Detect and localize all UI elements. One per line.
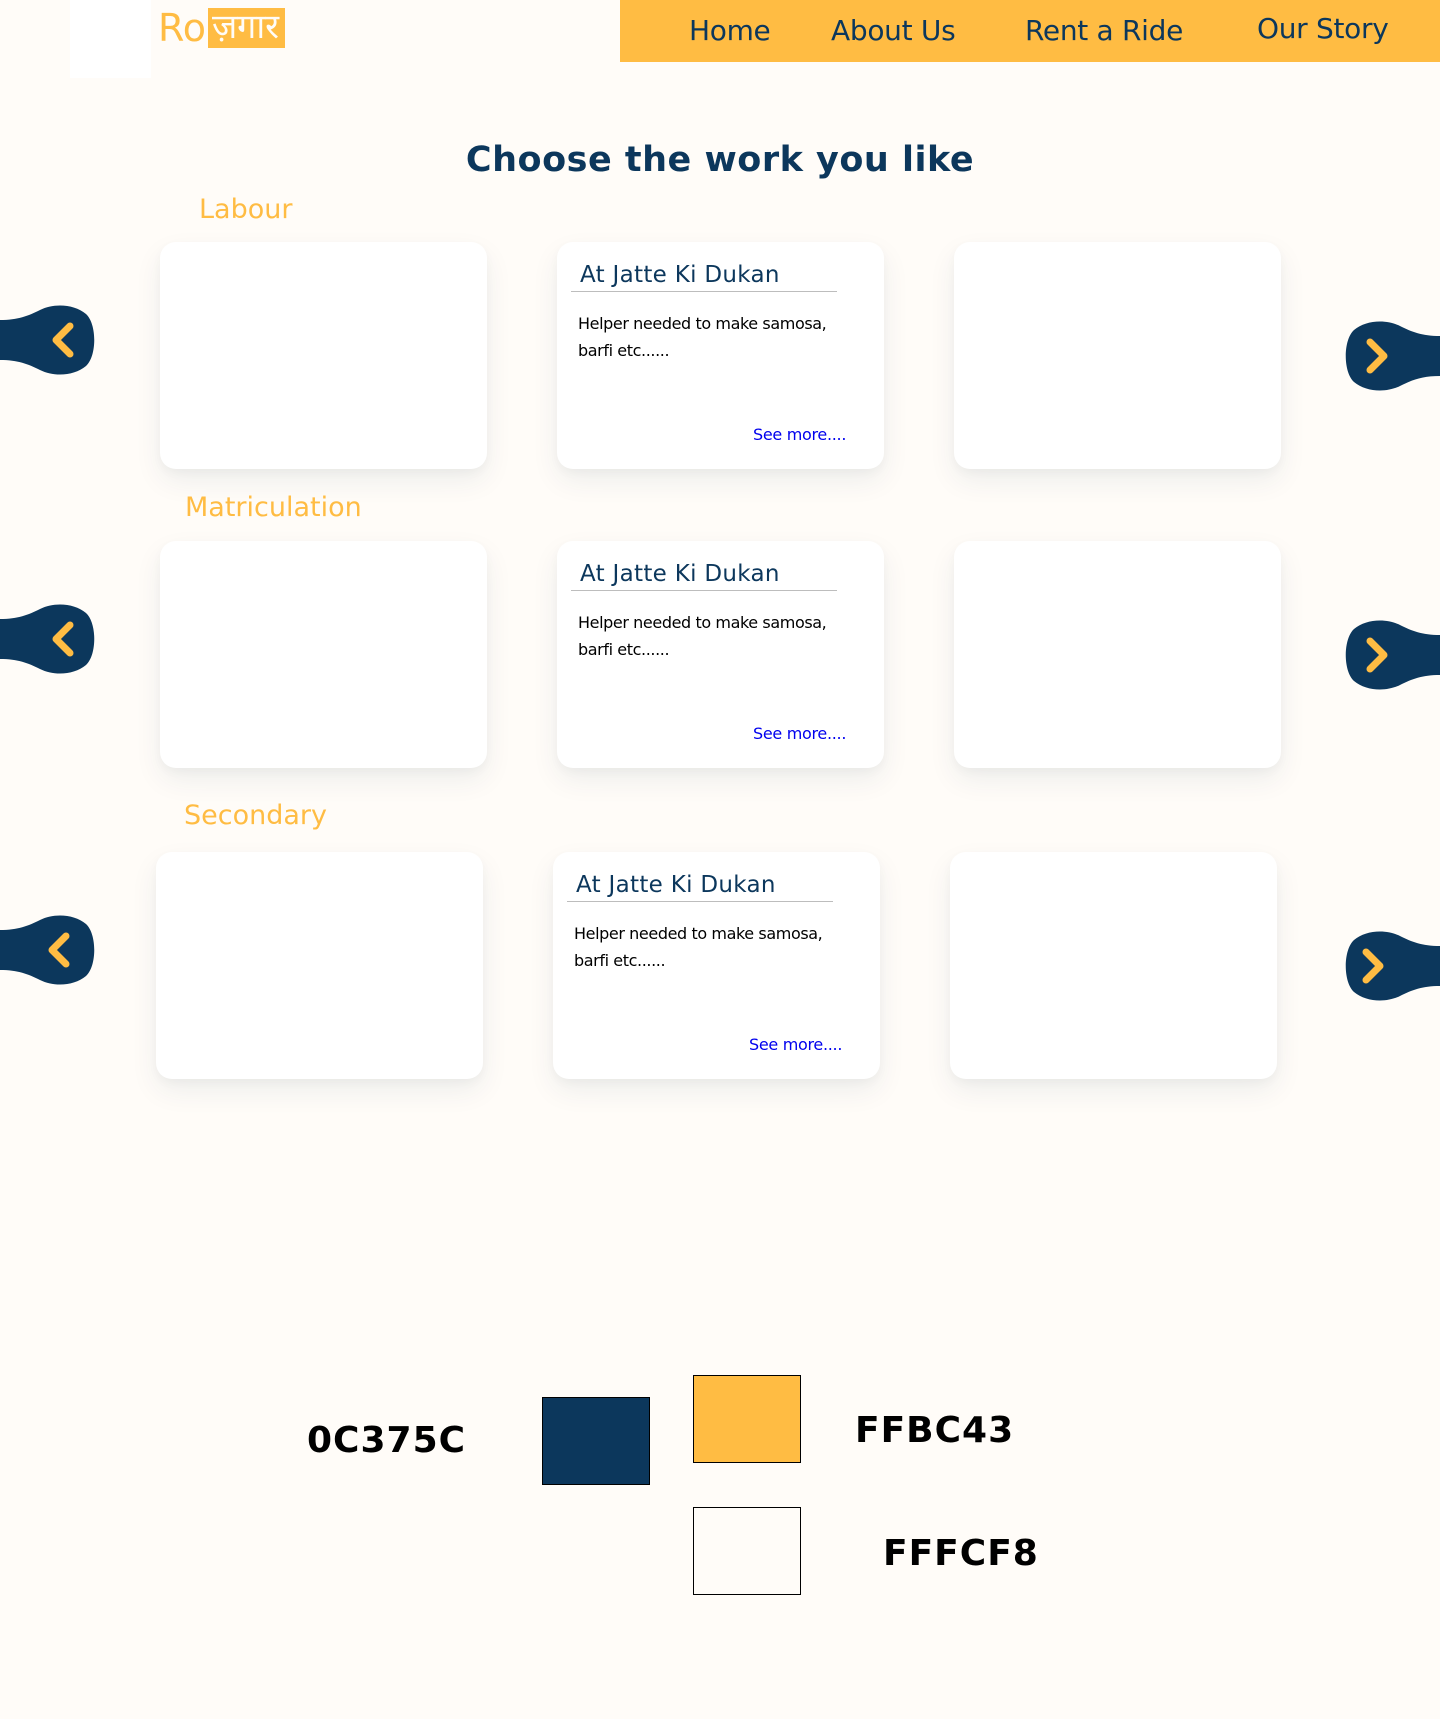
palette-swatch (693, 1507, 801, 1595)
job-card-title: At Jatte Ki Dukan (571, 262, 837, 292)
chevron-right-icon (1345, 931, 1440, 1001)
section-label-secondary: Secondary (184, 800, 327, 831)
palette-hex-label: FFBC43 (855, 1410, 1015, 1451)
job-card-description: Helper needed to make samosa, barfi etc.… (578, 613, 827, 659)
job-card-empty-right (954, 541, 1281, 768)
logo[interactable]: Ro ज़गार (158, 2, 286, 54)
see-more-link[interactable]: See more.... (753, 724, 846, 743)
chevron-right-icon (1345, 321, 1440, 391)
chevron-left-icon (0, 915, 95, 985)
palette-hex-label: 0C375C (307, 1420, 467, 1461)
job-card-description: Helper needed to make samosa, barfi etc.… (578, 314, 827, 360)
section-label-labour: Labour (199, 194, 293, 225)
chevron-right-icon (1345, 620, 1440, 690)
logo-devanagari-text: ज़गार (207, 8, 286, 48)
job-card-title: At Jatte Ki Dukan (571, 561, 837, 591)
palette-hex-label: FFFCF8 (883, 1533, 1039, 1574)
carousel-next-button[interactable] (1344, 320, 1440, 392)
job-card-title: At Jatte Ki Dukan (567, 872, 833, 902)
chevron-left-icon (0, 604, 95, 674)
nav-our-story[interactable]: Our Story (1257, 12, 1389, 45)
section-label-matriculation: Matriculation (185, 492, 362, 523)
job-card-empty-left (160, 242, 487, 469)
see-more-link[interactable]: See more.... (749, 1035, 842, 1054)
nav-about-us[interactable]: About Us (831, 14, 956, 47)
palette-swatch (693, 1375, 801, 1463)
carousel-next-button[interactable] (1344, 619, 1440, 691)
job-card-empty-left (156, 852, 483, 1079)
job-card-empty-right (950, 852, 1277, 1079)
top-nav: Home About Us Rent a Ride Our Story (620, 0, 1440, 62)
job-card[interactable]: At Jatte Ki Dukan Helper needed to make … (553, 852, 880, 1079)
carousel-next-button[interactable] (1344, 930, 1440, 1002)
palette-swatch (542, 1397, 650, 1485)
job-card-description: Helper needed to make samosa, barfi etc.… (574, 924, 823, 970)
carousel-prev-button[interactable] (0, 603, 96, 675)
nav-home[interactable]: Home (689, 14, 771, 47)
job-card[interactable]: At Jatte Ki Dukan Helper needed to make … (557, 541, 884, 768)
job-card[interactable]: At Jatte Ki Dukan Helper needed to make … (557, 242, 884, 469)
carousel-prev-button[interactable] (0, 304, 96, 376)
job-card-empty-right (954, 242, 1281, 469)
nav-rent-a-ride[interactable]: Rent a Ride (1025, 14, 1183, 47)
logo-latin-text: Ro (158, 6, 206, 50)
job-card-empty-left (160, 541, 487, 768)
see-more-link[interactable]: See more.... (753, 425, 846, 444)
carousel-prev-button[interactable] (0, 914, 96, 986)
chevron-left-icon (0, 305, 95, 375)
page-title: Choose the work you like (465, 140, 975, 180)
logo-placeholder (70, 0, 151, 78)
